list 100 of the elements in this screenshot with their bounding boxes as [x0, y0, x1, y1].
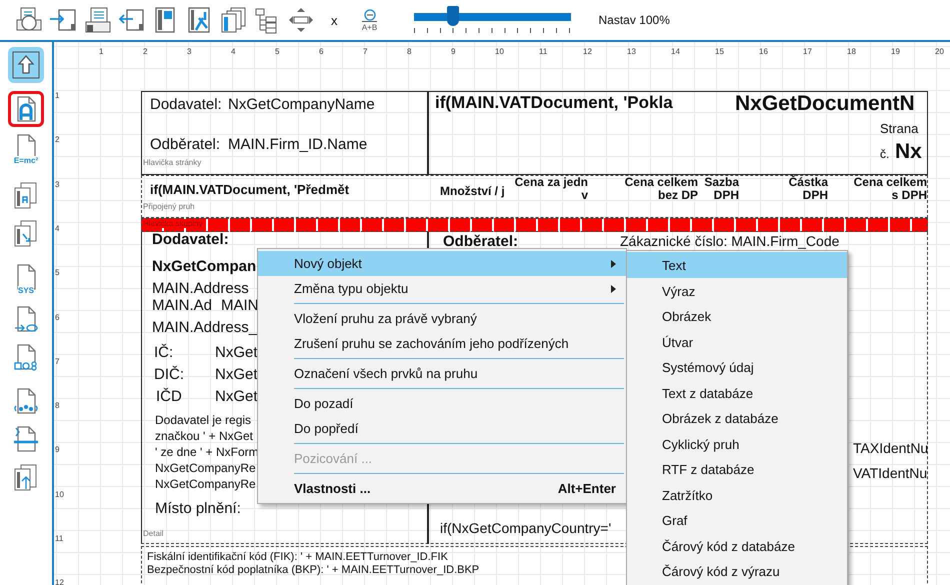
report-field[interactable]: TAXIdentNu	[853, 441, 928, 457]
ruler-number: 9	[55, 445, 60, 454]
ruler-number: 10	[55, 490, 64, 499]
report-field[interactable]: VATIdentNu	[853, 466, 928, 482]
ruler-number: 8	[407, 47, 412, 56]
x-label: x	[330, 12, 338, 28]
ruler-number: 11	[539, 47, 548, 56]
report-field[interactable]: Fiskální identifikační kód (FIK): ' + MAIN.EETTurnover_ID.FIK	[147, 551, 448, 564]
ruler-number: 1	[55, 91, 60, 100]
slider-thumb[interactable]	[446, 6, 459, 26]
report-field[interactable]: MAIN.Firm_ID.Name	[228, 137, 418, 154]
ruler-number: 7	[55, 356, 60, 366]
report-field[interactable]: Bezpečnostní kód poplatníka (BKP): ' + MAIN.EETTurnover_ID.BKP	[147, 564, 480, 576]
report-field[interactable]: Dodavatel:	[150, 97, 226, 114]
ruler-number: 14	[671, 47, 680, 56]
report-field[interactable]: NxGet	[215, 389, 260, 406]
cycle-icon	[12, 387, 40, 415]
submenu-item[interactable]: Útvar	[627, 328, 847, 354]
ruler-number: 3	[55, 180, 60, 189]
report-field[interactable]: Odběratel:	[443, 234, 553, 251]
report-field[interactable]: Částka DPH	[770, 176, 828, 203]
report-field[interactable]: Sazba DPH	[697, 176, 739, 203]
menu-item[interactable]: Vlastnosti ... Alt+Enter	[258, 476, 626, 501]
ruler-number: 18	[847, 47, 856, 56]
submenu-item[interactable]: Cyklický pruh	[627, 430, 847, 456]
report-field[interactable]: Strana	[880, 122, 926, 137]
ruler-number: 16	[759, 47, 768, 56]
ruler-number: 4	[231, 47, 236, 56]
page-break-icon	[12, 425, 40, 453]
band-label: Detail	[143, 529, 164, 538]
report-field[interactable]: MAIN.Ad	[152, 298, 218, 315]
report-field[interactable]: NxGetDocumentN	[735, 92, 925, 116]
report-field[interactable]: NxGet	[215, 367, 260, 384]
report-field[interactable]: IČD	[156, 389, 186, 406]
ruler-number: 4	[55, 224, 60, 233]
ruler-number: 13	[627, 47, 636, 56]
submenu-item[interactable]: Obrázek z databáze	[627, 405, 847, 430]
submenu-item[interactable]: Zatržítko	[627, 482, 847, 507]
ruler-number: 20	[935, 47, 944, 56]
menu-item[interactable]: Zrušení pruhu se zachováním jeho podřízených	[258, 331, 626, 356]
ruler-number: 12	[55, 578, 64, 585]
submenu-item[interactable]: Čárový kód z výrazu	[627, 558, 847, 584]
pointer-icon	[12, 51, 40, 79]
zoom-slider[interactable]	[414, 6, 570, 34]
report-field[interactable]: NxGet	[215, 345, 260, 362]
ruler-number: 2	[143, 47, 148, 56]
submenu-item[interactable]: Systémový údaj	[627, 354, 847, 380]
submenu-item[interactable]: Text z databáze	[627, 380, 847, 405]
report-field[interactable]: Zákaznické číslo: MAIN.Firm_Code	[620, 234, 860, 250]
menu-item[interactable]: Vložení pruhu za právě vybraný	[258, 306, 626, 331]
report-field[interactable]: DIČ:	[154, 367, 184, 384]
submenu-item[interactable]: RTF z databáze	[627, 456, 847, 482]
expression-tool-button[interactable]: E=mc²	[8, 129, 44, 169]
copy-icon[interactable]	[219, 6, 247, 34]
ruler-number: 5	[55, 268, 60, 278]
submenu-item[interactable]: Čárový kód z databáze	[627, 532, 847, 558]
ruler-number: 2	[55, 135, 60, 144]
report-field[interactable]: Nx	[895, 140, 927, 164]
circle-minus-icon	[362, 8, 376, 20]
ruler-number: 1	[99, 47, 104, 56]
menu-item[interactable]: Do pozadí	[258, 391, 626, 416]
menu-item[interactable]: Označení všech prvků na pruhu	[258, 361, 626, 386]
menu-item[interactable]: Nový objekt	[258, 251, 626, 276]
band-label: Hlavička skupiny	[143, 219, 203, 228]
ruler-number: 10	[495, 47, 504, 56]
ruler-number: 8	[55, 401, 60, 410]
report-field[interactable]: Místo plnění:	[155, 501, 255, 518]
ruler-number: 17	[803, 47, 812, 56]
ruler-number: 9	[451, 47, 456, 56]
report-field[interactable]: NxGetCompanyName	[228, 97, 418, 114]
move-icon[interactable]	[287, 6, 315, 34]
zoom-label: Nastav 100%	[598, 13, 670, 27]
report-field[interactable]: Cena celkem bez DP	[600, 176, 698, 203]
band-label: Připojený pruh	[143, 202, 195, 211]
report-field[interactable]: Dodavatel:	[152, 232, 262, 249]
submenu-item[interactable]: Graf	[627, 507, 847, 532]
ruler-number: 7	[363, 47, 368, 56]
ruler-number: 15	[715, 47, 724, 56]
ruler-number: 3	[187, 47, 192, 56]
report-field[interactable]: if(MAIN.VATDocument, 'Předmět	[150, 183, 390, 198]
pointer-tool-button[interactable]	[8, 47, 44, 83]
submenu-item[interactable]: Text	[627, 252, 847, 278]
menu-item[interactable]: Změna typu objektu	[258, 276, 626, 301]
formula-button[interactable]: A+B	[354, 8, 386, 32]
submenu-item[interactable]: Výraz	[627, 278, 847, 303]
report-field[interactable]: IČ:	[154, 345, 184, 362]
report-field[interactable]: if(NxGetCompanyCountry='	[440, 521, 630, 537]
report-field[interactable]: č.	[880, 148, 894, 162]
menu-item[interactable]: Do popředí	[258, 416, 626, 441]
submenu-item[interactable]: Obrázek	[627, 303, 847, 328]
text-tool-button[interactable]	[8, 91, 44, 127]
submenu-arrow-icon	[610, 284, 616, 292]
report-field[interactable]: Cena celkem s DPH	[829, 176, 927, 203]
report-field[interactable]: if(MAIN.VATDocument, 'Pokla	[435, 93, 725, 112]
print-icon[interactable]	[83, 6, 111, 34]
ruler-number: 11	[55, 534, 64, 543]
system-tool-button[interactable]: SYS	[8, 259, 44, 299]
submenu-arrow-icon	[610, 260, 616, 268]
ruler-number: 5	[275, 47, 280, 56]
report-field[interactable]: Odběratel:	[150, 137, 226, 154]
